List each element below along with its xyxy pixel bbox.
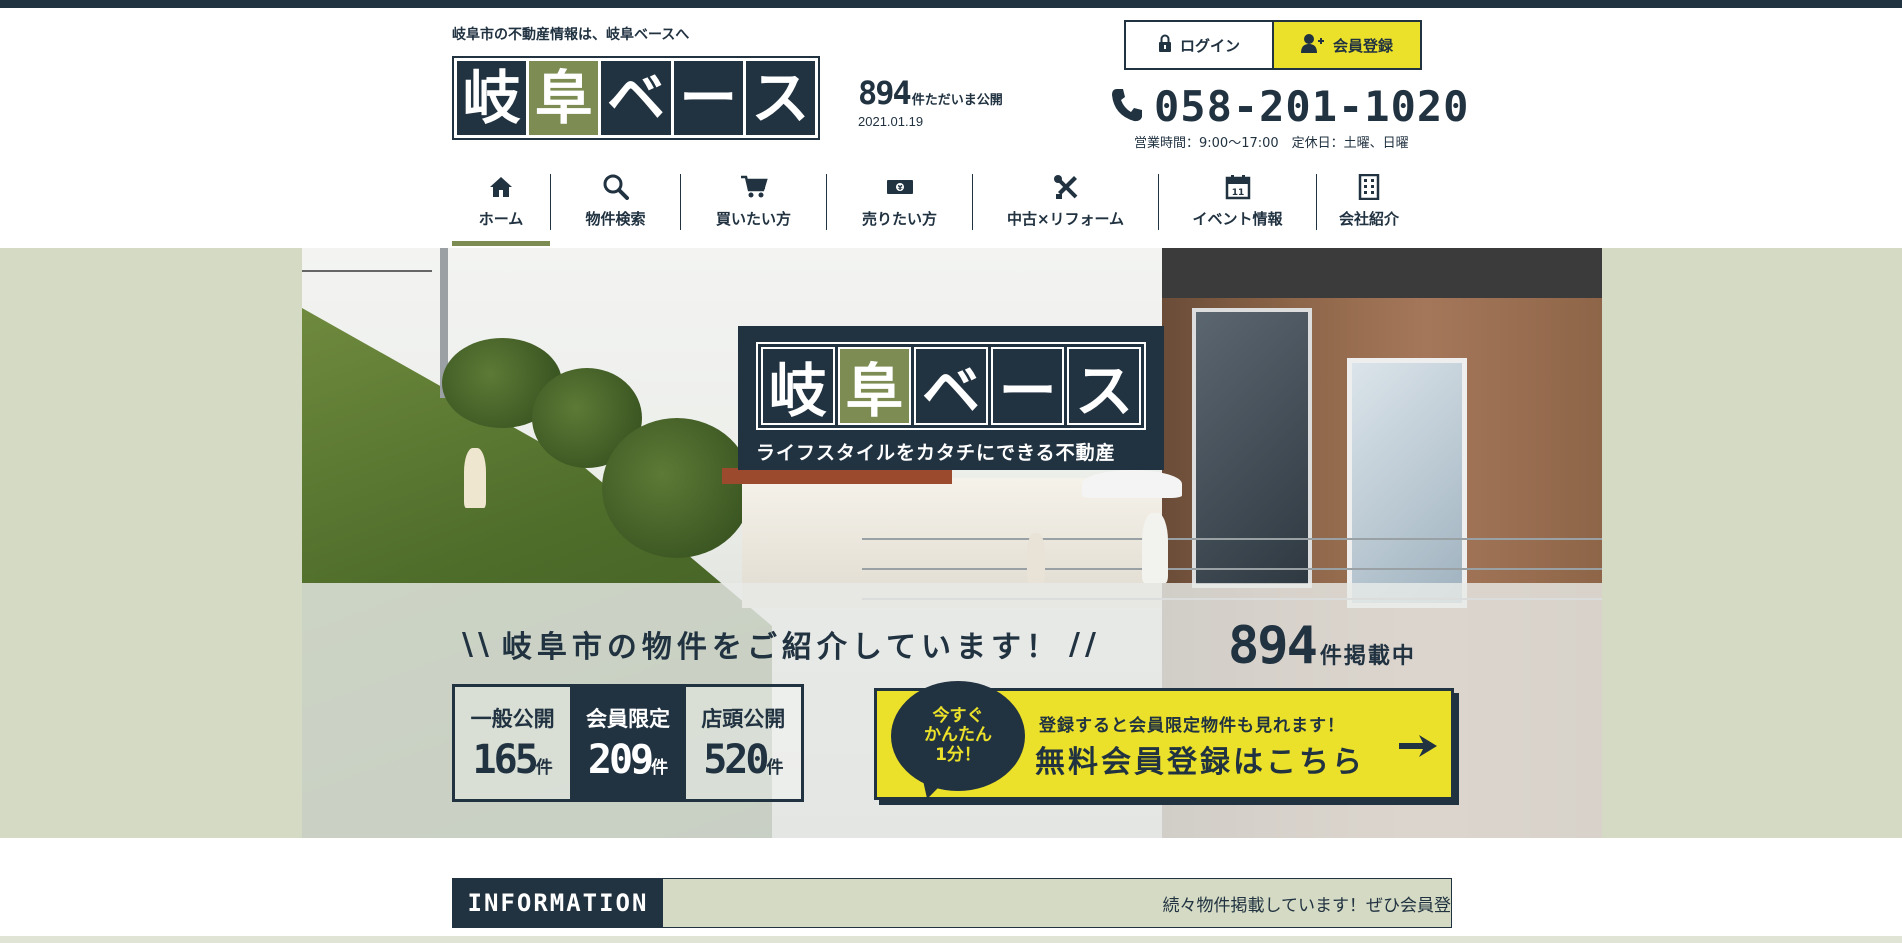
hero-headline-text: 岐阜市の物件をご紹介しています！ — [501, 630, 1062, 665]
stat-label: 会員限定 — [585, 707, 670, 731]
stat-label: 店頭公開 — [701, 707, 786, 731]
calendar-icon: 11 — [1225, 172, 1251, 202]
logo-char: ス — [1067, 347, 1141, 425]
stat-unit: 件 — [535, 758, 553, 778]
hero-logo: 岐 阜 ベ ー ス ライフスタイルをカタチにできる不動産 — [738, 326, 1164, 470]
speech-bubble: 今すぐ かんたん 1分！ — [891, 681, 1025, 791]
public-count-suffix: 件ただいま公開 — [911, 93, 1003, 108]
logo-char: ベ — [914, 347, 988, 425]
bubble-line: 1分！ — [935, 744, 981, 765]
site-tagline: 岐阜市の不動産情報は、岐阜ベースへ — [452, 27, 690, 43]
nav-item-company[interactable]: 会社紹介 — [1317, 166, 1421, 246]
login-label: ログイン — [1179, 36, 1240, 55]
hero-headline: \\ 岐阜市の物件をご紹介しています！ // — [462, 622, 1101, 666]
logo-char: 阜 — [837, 347, 912, 425]
top-bar — [0, 0, 1902, 8]
nav-label: 物件検索 — [585, 210, 646, 228]
lock-icon — [1158, 34, 1172, 56]
hero-logo-tagline: ライフスタイルをカタチにできる不動産 — [756, 442, 1116, 464]
nav-item-reform[interactable]: 中古×リフォーム — [973, 166, 1158, 246]
nav-label: イベント情報 — [1192, 210, 1283, 228]
login-button[interactable]: ログイン — [1126, 22, 1274, 68]
nav-item-home[interactable]: ホーム — [452, 166, 550, 246]
svg-text:¥: ¥ — [897, 184, 902, 192]
tools-icon — [1053, 172, 1079, 202]
svg-text:11: 11 — [1231, 188, 1244, 198]
headline-slash-right: // — [1069, 626, 1101, 662]
nav-label: ホーム — [478, 210, 524, 228]
logo-char: ー — [990, 347, 1065, 425]
stat-count: 209 — [587, 737, 654, 783]
public-count: 894 件ただいま公開 2021.01.19 — [858, 74, 1003, 129]
listing-count-number: 894 — [1228, 616, 1318, 676]
logo-char: 阜 — [529, 61, 599, 135]
headline-slash-left: \\ — [462, 626, 494, 662]
stat-in-store[interactable]: 店頭公開 520件 — [686, 687, 801, 799]
logo-char: ー — [673, 61, 743, 135]
cta-subtext: 登録すると会員限定物件も見れます！ — [1039, 716, 1345, 736]
building-icon — [1358, 172, 1380, 202]
listing-count-label: 件掲載中 — [1319, 644, 1416, 669]
logo-char: ス — [745, 61, 816, 135]
nav-item-search[interactable]: 物件検索 — [551, 166, 680, 246]
bubble-line: 今すぐ — [932, 705, 984, 726]
listing-stats: 一般公開 165件 会員限定 209件 店頭公開 520件 — [452, 684, 804, 802]
logo-char: ベ — [601, 61, 671, 135]
bubble-line: かんたん — [924, 725, 992, 746]
main-nav: ホーム 物件検索 買いたい方 ¥ 売りたい方 中古×リフォーム 11 イベント情… — [452, 166, 1422, 246]
logo-char: 岐 — [457, 61, 527, 135]
arrow-right-icon — [1397, 733, 1439, 763]
logo-char: 岐 — [761, 347, 835, 425]
nav-item-event[interactable]: 11 イベント情報 — [1159, 166, 1316, 246]
stat-members-only[interactable]: 会員限定 209件 — [570, 687, 686, 799]
register-button[interactable]: 会員登録 — [1274, 22, 1420, 68]
stat-count: 520 — [703, 737, 769, 783]
nav-item-buy[interactable]: 買いたい方 — [681, 166, 826, 246]
home-icon — [489, 172, 513, 202]
nav-label: 会社紹介 — [1338, 210, 1399, 228]
information-label: INFORMATION — [453, 879, 663, 927]
information-bar: INFORMATION 続々物件掲載しています！ぜひ会員登 — [452, 878, 1452, 928]
phone-contact[interactable]: 058-201-1020 — [1110, 82, 1469, 131]
nav-item-sell[interactable]: ¥ 売りたい方 — [827, 166, 972, 246]
site-logo[interactable]: 岐 阜 ベ ー ス — [452, 56, 820, 140]
stat-unit: 件 — [651, 758, 669, 778]
information-ticker[interactable]: 続々物件掲載しています！ぜひ会員登 — [663, 879, 1452, 927]
stat-unit: 件 — [766, 758, 784, 778]
phone-number[interactable]: 058-201-1020 — [1154, 82, 1469, 131]
phone-icon — [1110, 87, 1144, 127]
stat-public[interactable]: 一般公開 165件 — [455, 687, 570, 799]
business-hours: 営業時間：9:00〜17:00 定休日：土曜、日曜 — [1134, 136, 1409, 151]
listing-count: 894 件掲載中 — [1228, 616, 1416, 676]
stat-label: 一般公開 — [470, 707, 555, 731]
update-date: 2021.01.19 — [858, 114, 924, 129]
search-icon — [603, 172, 629, 202]
money-icon: ¥ — [886, 172, 914, 202]
cta-main-text: 無料会員登録はこちら — [1035, 745, 1365, 780]
cart-icon — [740, 172, 768, 202]
bottom-strip — [0, 936, 1902, 943]
public-count-number: 894 — [858, 74, 912, 112]
register-label: 会員登録 — [1332, 36, 1393, 55]
free-register-cta-button[interactable]: 今すぐ かんたん 1分！ 登録すると会員限定物件も見れます！ 無料会員登録はこち… — [874, 681, 1454, 803]
nav-label: 売りたい方 — [861, 210, 937, 228]
auth-buttons: ログイン 会員登録 — [1124, 20, 1422, 70]
nav-label: 中古×リフォーム — [1006, 210, 1125, 228]
stat-count: 165 — [472, 737, 539, 783]
add-user-icon — [1300, 33, 1325, 57]
nav-label: 買いたい方 — [715, 210, 791, 228]
